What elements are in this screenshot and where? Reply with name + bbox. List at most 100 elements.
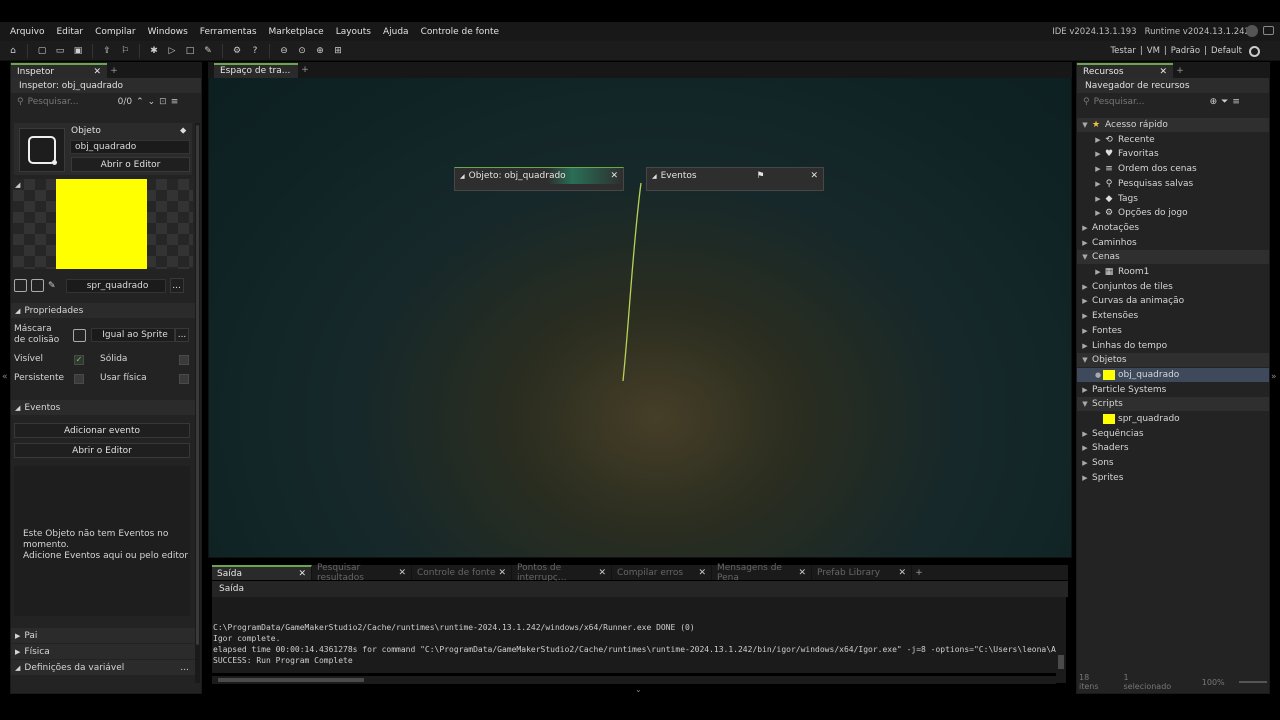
chat-icon[interactable] bbox=[1263, 26, 1274, 35]
resource-item[interactable]: ▶ Extensões bbox=[1077, 309, 1269, 323]
tab-workspace[interactable]: Espaço de tra... bbox=[214, 62, 298, 78]
filter-icon[interactable]: ⏷ bbox=[1221, 97, 1228, 107]
close-icon[interactable]: ✕ bbox=[810, 171, 818, 181]
resource-item[interactable]: ▶ Anotações bbox=[1077, 221, 1269, 235]
target-vm[interactable]: VM bbox=[1147, 46, 1160, 56]
menu-editar[interactable]: Editar bbox=[50, 27, 89, 37]
close-icon[interactable]: ✕ bbox=[93, 67, 101, 77]
chevron-down-icon[interactable]: ▼ bbox=[1080, 356, 1090, 364]
resource-item[interactable]: ▶ ⚲ Pesquisas salvas bbox=[1077, 177, 1269, 191]
tab-resources[interactable]: Recursos ✕ bbox=[1077, 63, 1173, 78]
output-hscrollbar[interactable] bbox=[212, 676, 1056, 684]
resources-search-input[interactable]: Pesquisar... bbox=[1094, 97, 1206, 107]
resource-item[interactable]: ▶ ⚙ Opções do jogo bbox=[1077, 206, 1269, 220]
collision-more-button[interactable]: ... bbox=[175, 328, 189, 342]
chevron-right-icon[interactable]: ▶ bbox=[1080, 239, 1090, 247]
menu-windows[interactable]: Windows bbox=[142, 27, 194, 37]
events-node-header[interactable]: ◢ Eventos ⚑ ✕ bbox=[647, 168, 823, 184]
chevron-down-icon[interactable]: ⌄ bbox=[148, 97, 156, 107]
zoom-reset-icon[interactable]: ⊙ bbox=[295, 44, 309, 58]
tab-compile-errors[interactable]: Compilar erros ✕ bbox=[612, 565, 712, 580]
chevron-right-icon[interactable]: ▶ bbox=[1080, 444, 1090, 452]
run-icon[interactable]: ▷ bbox=[165, 44, 179, 58]
collapse-arrow-icon[interactable]: ◢ bbox=[652, 173, 657, 180]
collapse-arrow-icon[interactable]: ◢ bbox=[460, 173, 465, 180]
persistent-checkbox[interactable] bbox=[74, 374, 84, 384]
resource-item[interactable]: ▶ Particle Systems bbox=[1077, 383, 1269, 397]
export-icon[interactable]: ⇪ bbox=[100, 44, 114, 58]
chevron-right-icon[interactable]: ▶ bbox=[1093, 268, 1103, 276]
open-editor-button[interactable]: Abrir o Editor bbox=[71, 157, 190, 172]
brush-icon[interactable]: ✎ bbox=[48, 281, 56, 291]
tab-output[interactable]: Saída ✕ bbox=[212, 565, 312, 580]
target-settings-icon[interactable] bbox=[1249, 45, 1260, 57]
close-icon[interactable]: ✕ bbox=[898, 568, 906, 578]
add-tab-icon[interactable]: + bbox=[1173, 66, 1187, 76]
add-event-button[interactable]: Adicionar evento bbox=[14, 423, 190, 438]
settings-icon[interactable]: ⚙ bbox=[230, 44, 244, 58]
events-node[interactable]: ◢ Eventos ⚑ ✕ bbox=[646, 167, 824, 191]
resource-item[interactable]: ▼ Scripts bbox=[1077, 397, 1269, 412]
resource-item[interactable]: ● obj_quadrado bbox=[1077, 367, 1269, 382]
object-node-header[interactable]: ◢ Objeto: obj_quadrado ✕ bbox=[455, 168, 623, 184]
add-tab-icon[interactable]: + bbox=[107, 66, 121, 76]
tab-prefab-library[interactable]: Prefab Library ✕ bbox=[812, 565, 912, 580]
object-name-field[interactable]: obj_quadrado bbox=[70, 140, 190, 154]
tab-feather-messages[interactable]: Mensagens de Pena ✕ bbox=[712, 563, 812, 583]
physics-section-header[interactable]: ▶ Física bbox=[11, 644, 195, 659]
target-testar[interactable]: Testar bbox=[1110, 46, 1135, 56]
chevron-right-icon[interactable]: ▶ bbox=[1080, 474, 1090, 482]
add-resource-icon[interactable]: ⊕ bbox=[1210, 97, 1218, 107]
chevron-down-icon[interactable]: ▼ bbox=[1080, 121, 1090, 129]
resource-item[interactable]: ▶ Fontes bbox=[1077, 324, 1269, 338]
resource-item[interactable]: ▼ ★ Acesso rápido bbox=[1077, 118, 1269, 132]
visible-checkbox[interactable]: ✓ bbox=[74, 355, 84, 365]
flag-icon[interactable]: ⚑ bbox=[756, 171, 764, 181]
new-project-icon[interactable]: ▢ bbox=[35, 44, 49, 58]
collapse-right-icon[interactable]: » bbox=[1271, 372, 1277, 382]
tab-search-results[interactable]: Pesquisar resultados ✕ bbox=[312, 563, 412, 583]
resource-item[interactable]: ▼ Cenas bbox=[1077, 250, 1269, 265]
physics-checkbox[interactable] bbox=[179, 374, 189, 384]
package-icon[interactable]: ⚐ bbox=[118, 44, 132, 58]
tab-inspector[interactable]: Inspetor ✕ bbox=[11, 63, 107, 78]
resource-item[interactable]: ▼ Objetos bbox=[1077, 353, 1269, 368]
target-padrao[interactable]: Padrão bbox=[1171, 46, 1200, 56]
tab-breakpoints[interactable]: Pontos de interrupç... ✕ bbox=[512, 563, 612, 583]
expand-down-icon[interactable]: ⌄ bbox=[635, 685, 642, 694]
resource-item[interactable]: ▶ Sons bbox=[1077, 456, 1269, 470]
menu-controle-de-fonte[interactable]: Controle de fonte bbox=[415, 27, 506, 37]
close-icon[interactable]: ✕ bbox=[698, 568, 706, 578]
resource-item[interactable]: ▶ ≡ Ordem dos cenas bbox=[1077, 162, 1269, 176]
save-icon[interactable]: ▣ bbox=[71, 44, 85, 58]
user-avatar-icon[interactable] bbox=[1246, 25, 1258, 37]
resource-item[interactable]: ▶ Conjuntos de tiles bbox=[1077, 280, 1269, 294]
zoom-out-icon[interactable]: ⊖ bbox=[277, 44, 291, 58]
close-icon[interactable]: ✕ bbox=[610, 171, 618, 181]
menu-marketplace[interactable]: Marketplace bbox=[263, 27, 330, 37]
close-icon[interactable]: ✕ bbox=[598, 568, 606, 578]
add-tab-icon[interactable]: + bbox=[912, 568, 926, 578]
tag-icon[interactable]: ⬥ bbox=[180, 126, 186, 136]
chevron-right-icon[interactable]: ▶ bbox=[1080, 386, 1090, 394]
grid-icon[interactable]: ⊞ bbox=[331, 44, 345, 58]
menu-icon[interactable]: ≡ bbox=[1232, 97, 1240, 107]
chevron-right-icon[interactable]: ▶ bbox=[1080, 342, 1090, 350]
chevron-right-icon[interactable]: ▶ bbox=[1093, 195, 1103, 203]
close-icon[interactable]: ✕ bbox=[498, 568, 506, 578]
stop-icon[interactable]: □ bbox=[183, 44, 197, 58]
object-node[interactable]: ◢ Objeto: obj_quadrado ✕ bbox=[454, 167, 624, 191]
menu-ajuda[interactable]: Ajuda bbox=[377, 27, 415, 37]
menu-arquivo[interactable]: Arquivo bbox=[4, 27, 50, 37]
menu-layouts[interactable]: Layouts bbox=[330, 27, 377, 37]
solid-checkbox[interactable] bbox=[179, 355, 189, 365]
inspector-search-input[interactable]: Pesquisar... bbox=[28, 97, 114, 107]
zoom-slider[interactable] bbox=[1238, 681, 1268, 683]
tab-source-control[interactable]: Controle de fonte ✕ bbox=[412, 565, 512, 580]
resource-item[interactable]: ▶ ♥ Favoritas bbox=[1077, 147, 1269, 161]
menu-icon[interactable]: ≡ bbox=[171, 97, 179, 107]
var-defs-more-button[interactable]: ... bbox=[180, 663, 189, 673]
resource-item[interactable]: ▶ ⟲ Recente bbox=[1077, 133, 1269, 147]
zoom-in-icon[interactable]: ⊕ bbox=[313, 44, 327, 58]
collision-mask-field[interactable]: Igual ao Sprite bbox=[91, 328, 175, 342]
